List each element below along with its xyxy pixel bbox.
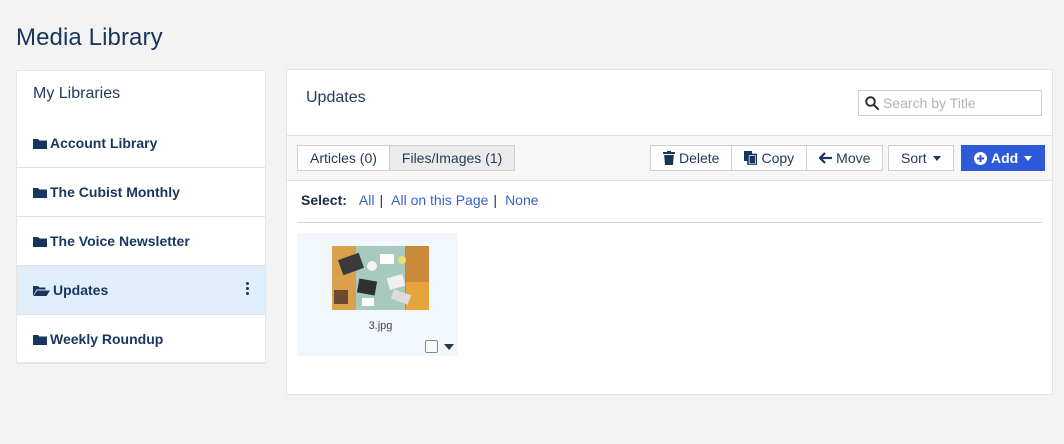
sidebar-item-weekly-roundup[interactable]: Weekly Roundup bbox=[17, 315, 265, 364]
select-row: Select: All | All on this Page | None bbox=[301, 192, 539, 208]
folder-icon bbox=[33, 138, 47, 149]
move-button[interactable]: Move bbox=[807, 145, 884, 171]
search-box[interactable] bbox=[858, 90, 1042, 116]
select-none-link[interactable]: None bbox=[505, 192, 538, 208]
file-tile[interactable]: 3.jpg bbox=[297, 233, 458, 356]
search-input[interactable] bbox=[883, 95, 1033, 111]
add-label: Add bbox=[991, 150, 1019, 166]
folder-open-icon bbox=[33, 285, 50, 296]
image-thumbnail[interactable] bbox=[332, 246, 429, 310]
move-label: Move bbox=[836, 150, 871, 166]
sidebar-item-updates[interactable]: Updates bbox=[17, 266, 265, 315]
separator: | bbox=[379, 192, 384, 208]
file-checkbox[interactable] bbox=[425, 340, 438, 353]
select-all-link[interactable]: All bbox=[359, 192, 375, 208]
sidebar-item-the-voice-newsletter[interactable]: The Voice Newsletter bbox=[17, 217, 265, 266]
sidebar-item-label: Account Library bbox=[50, 135, 158, 151]
file-name: 3.jpg bbox=[368, 320, 393, 332]
library-title: Updates bbox=[306, 89, 366, 106]
copy-icon bbox=[744, 151, 758, 165]
caret-down-icon[interactable] bbox=[444, 344, 454, 350]
delete-button[interactable]: Delete bbox=[650, 145, 733, 171]
delete-label: Delete bbox=[679, 150, 720, 166]
toolbar: Articles (0) Files/Images (1) Delete Cop… bbox=[287, 135, 1052, 181]
select-label: Select: bbox=[301, 192, 347, 208]
sidebar-item-label: Updates bbox=[53, 282, 109, 298]
divider bbox=[297, 222, 1042, 223]
item-actions: Delete Copy Move bbox=[650, 145, 884, 171]
sidebar-item-the-cubist-monthly[interactable]: The Cubist Monthly bbox=[17, 168, 265, 217]
search-icon bbox=[865, 96, 879, 110]
sidebar-item-account-library[interactable]: Account Library bbox=[17, 119, 265, 168]
copy-label: Copy bbox=[761, 150, 795, 166]
select-all-on-page-link[interactable]: All on this Page bbox=[391, 192, 488, 208]
main-panel: Updates Articles (0) Files/Images (1) De… bbox=[286, 69, 1053, 395]
trash-icon bbox=[663, 151, 675, 165]
tab-files-images[interactable]: Files/Images (1) bbox=[389, 145, 516, 171]
more-options-icon[interactable] bbox=[246, 282, 249, 295]
copy-button[interactable]: Copy bbox=[732, 145, 808, 171]
arrow-left-icon bbox=[819, 152, 833, 164]
caret-down-icon bbox=[932, 155, 941, 161]
sidebar-item-label: The Cubist Monthly bbox=[50, 184, 180, 200]
folder-icon bbox=[33, 187, 47, 198]
folder-icon bbox=[33, 334, 47, 345]
tab-articles[interactable]: Articles (0) bbox=[297, 145, 390, 171]
libraries-sidebar: My Libraries Account Library The Cubist … bbox=[16, 70, 266, 364]
sort-label: Sort bbox=[901, 150, 927, 166]
sidebar-item-label: The Voice Newsletter bbox=[50, 233, 190, 249]
content-tabs: Articles (0) Files/Images (1) bbox=[297, 145, 516, 171]
sort-button[interactable]: Sort bbox=[888, 145, 954, 171]
separator: | bbox=[493, 192, 498, 208]
folder-icon bbox=[33, 236, 47, 247]
caret-down-icon bbox=[1024, 155, 1033, 161]
sidebar-heading: My Libraries bbox=[33, 85, 121, 102]
add-button[interactable]: Add bbox=[961, 145, 1046, 171]
sidebar-item-label: Weekly Roundup bbox=[50, 331, 164, 347]
plus-circle-icon bbox=[974, 151, 987, 165]
page-title: Media Library bbox=[16, 24, 163, 51]
